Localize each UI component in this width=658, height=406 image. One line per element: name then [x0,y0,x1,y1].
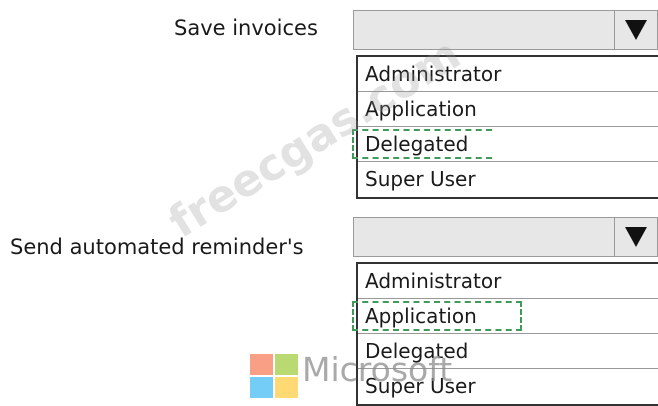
option-application-selected[interactable]: Application [352,299,658,334]
triangle-down-icon [625,20,647,40]
microsoft-logo-icon [250,354,300,400]
logo-square-green [275,354,298,375]
option-delegated-selected[interactable]: Delegated [352,127,658,162]
option-super-user[interactable]: Super User [358,369,658,404]
save-invoices-options: Administrator Application Delegated Supe… [352,55,658,199]
triangle-down-icon [625,227,647,247]
logo-square-blue [250,377,273,398]
send-reminders-options: Administrator Application Delegated Supe… [352,262,658,406]
logo-square-yellow [275,377,298,398]
option-administrator[interactable]: Administrator [358,57,658,92]
dropdown-arrow-button[interactable] [614,11,657,49]
dropdown-arrow-button[interactable] [614,218,657,256]
save-invoices-label: Save invoices [174,16,318,40]
logo-square-red [250,354,273,375]
option-application[interactable]: Application [358,92,658,127]
option-delegated[interactable]: Delegated [358,334,658,369]
save-invoices-dropdown[interactable] [353,10,658,50]
option-administrator[interactable]: Administrator [358,264,658,299]
option-super-user[interactable]: Super User [358,162,658,197]
send-reminders-dropdown[interactable] [353,217,658,257]
send-reminders-label: Send automated reminder's [10,235,304,259]
